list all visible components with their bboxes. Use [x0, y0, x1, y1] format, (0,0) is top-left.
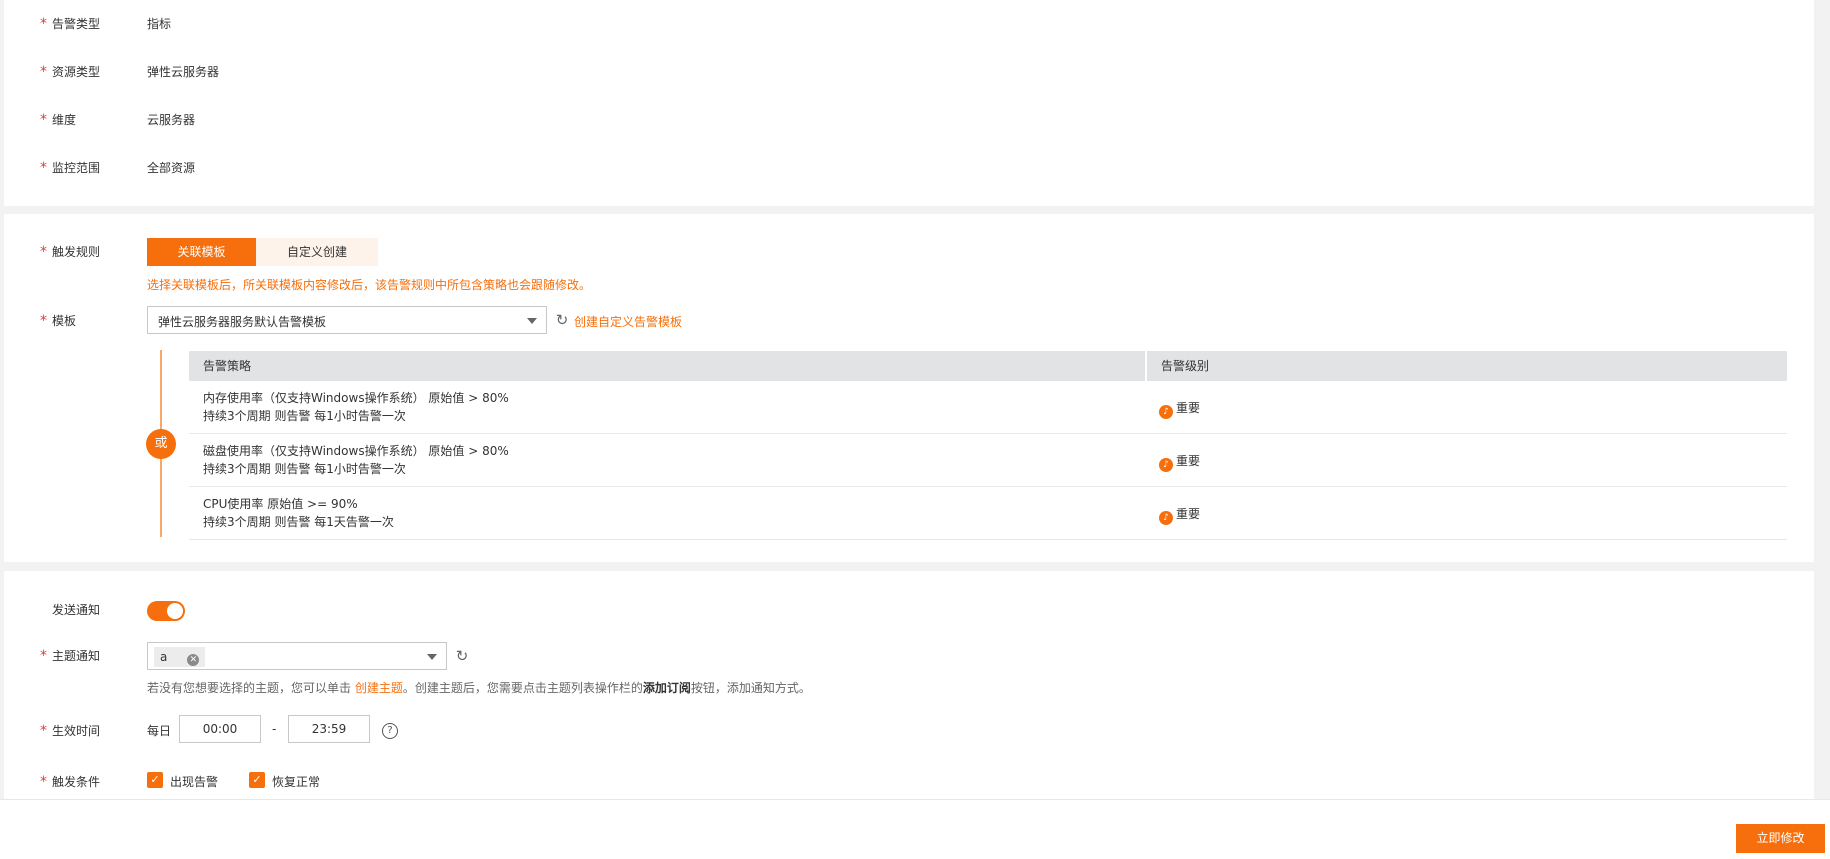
- required-mark: *: [40, 160, 47, 176]
- submit-button[interactable]: 立即修改: [1736, 824, 1825, 853]
- topic-hint: 若没有您想要选择的主题，您可以单击 创建主题。创建主题后，您需要点击主题列表操作…: [147, 681, 811, 695]
- resource-type-label: * 资源类型: [40, 64, 101, 80]
- policy-period: 持续3个周期 则告警 每1小时告警一次: [203, 409, 406, 423]
- alarm-type-value: 指标: [147, 17, 172, 31]
- help-icon[interactable]: ?: [382, 723, 398, 739]
- trigger-condition-label: * 触发条件: [40, 774, 101, 790]
- bell-icon: ♪: [1159, 458, 1173, 472]
- table-row: CPU使用率 原始值 >= 90% 持续3个周期 则告警 每1天告警一次 ♪ 重要: [189, 487, 1787, 540]
- daily-label: 每日: [147, 724, 172, 738]
- policy-period: 持续3个周期 则告警 每1小时告警一次: [203, 462, 406, 476]
- trigger-rule-card: * 触发规则 关联模板 自定义创建 选择关联模板后，所关联模板内容修改后，该告警规…: [4, 214, 1814, 562]
- chevron-down-icon: [427, 654, 437, 660]
- chevron-down-icon: [527, 318, 537, 324]
- send-notification-label: *发送通知: [52, 603, 101, 617]
- topic-tag: a ✕: [154, 647, 206, 667]
- bell-icon: ♪: [1159, 511, 1173, 525]
- notification-card: *发送通知 *主题通知 a✕ ↻ 若没有您想要选择的主题，您可以单击 创建主题。…: [4, 571, 1814, 799]
- basic-info-card: * 告警类型 指标 * 资源类型 弹性云服务器 * 维度 云服务器 * 监控范围 全部资…: [4, 0, 1814, 206]
- tab-associate-template[interactable]: 关联模板: [147, 238, 256, 266]
- required-mark: *: [40, 244, 47, 260]
- required-mark: *: [40, 313, 47, 329]
- policy-table: 告警策略 告警级别 内存使用率（仅支持Windows操作系统） 原始值 > 80…: [189, 351, 1787, 540]
- required-mark: *: [40, 112, 47, 128]
- column-header-policy: 告警策略: [189, 351, 1147, 381]
- policy-condition: 磁盘使用率（仅支持Windows操作系统） 原始值 > 80%: [203, 444, 509, 458]
- column-header-level: 告警级别: [1161, 359, 1210, 373]
- monitor-scope-value: 全部资源: [147, 161, 196, 175]
- required-mark: *: [40, 64, 47, 80]
- trigger-rule-label: * 触发规则: [40, 244, 101, 260]
- check-icon[interactable]: ✓: [249, 772, 265, 788]
- effective-time-label: * 生效时间: [40, 723, 101, 739]
- table-header: 告警策略 告警级别: [189, 351, 1787, 381]
- alarm-level: ♪ 重要: [1159, 452, 1200, 472]
- refresh-icon[interactable]: ↻: [454, 648, 470, 664]
- footer-bar: 立即修改: [0, 799, 1830, 859]
- or-badge: 或: [146, 429, 176, 459]
- template-select-value: 弹性云服务器服务默认告警模板: [158, 315, 327, 329]
- start-time-input[interactable]: 00:00: [179, 715, 261, 743]
- table-row: 磁盘使用率（仅支持Windows操作系统） 原始值 > 80% 持续3个周期 则…: [189, 434, 1787, 487]
- monitor-scope-label: * 监控范围: [40, 160, 101, 176]
- required-mark: *: [40, 774, 47, 790]
- template-select[interactable]: 弹性云服务器服务默认告警模板: [147, 306, 547, 334]
- send-notification-toggle[interactable]: [147, 601, 185, 621]
- refresh-icon[interactable]: ↻: [554, 312, 570, 328]
- tab-custom-create[interactable]: 自定义创建: [256, 238, 378, 266]
- time-range-dash: -: [272, 722, 277, 736]
- create-topic-link[interactable]: 创建主题: [355, 681, 403, 695]
- alarm-level: ♪ 重要: [1159, 399, 1200, 419]
- close-icon[interactable]: ✕: [187, 654, 200, 666]
- alarm-level: ♪ 重要: [1159, 505, 1200, 525]
- toggle-knob: [167, 603, 183, 619]
- condition-recover-label: 恢复正常: [272, 775, 321, 789]
- template-label: * 模板: [40, 313, 77, 329]
- policy-period: 持续3个周期 则告警 每1天告警一次: [203, 515, 394, 529]
- create-template-link[interactable]: 创建自定义告警模板: [574, 313, 682, 330]
- topic-label: * 主题通知: [40, 648, 101, 664]
- check-icon[interactable]: ✓: [147, 772, 163, 788]
- dimension-label: * 维度: [40, 112, 77, 128]
- policy-condition: 内存使用率（仅支持Windows操作系统） 原始值 > 80%: [203, 391, 509, 405]
- table-row: 内存使用率（仅支持Windows操作系统） 原始值 > 80% 持续3个周期 则…: [189, 381, 1787, 434]
- topic-select[interactable]: a ✕: [147, 642, 447, 670]
- end-time-input[interactable]: 23:59: [288, 715, 370, 743]
- required-mark: *: [40, 648, 47, 664]
- required-mark: *: [40, 723, 47, 739]
- template-hint: 选择关联模板后，所关联模板内容修改后，该告警规则中所包含策略也会跟随修改。: [147, 278, 592, 292]
- policy-condition: CPU使用率 原始值 >= 90%: [203, 497, 358, 511]
- resource-type-value: 弹性云服务器: [147, 65, 220, 79]
- bell-icon: ♪: [1159, 405, 1173, 419]
- alarm-type-label: * 告警类型: [40, 16, 101, 32]
- dimension-value: 云服务器: [147, 113, 196, 127]
- condition-alarm-label: 出现告警: [170, 775, 219, 789]
- required-mark: *: [40, 16, 47, 32]
